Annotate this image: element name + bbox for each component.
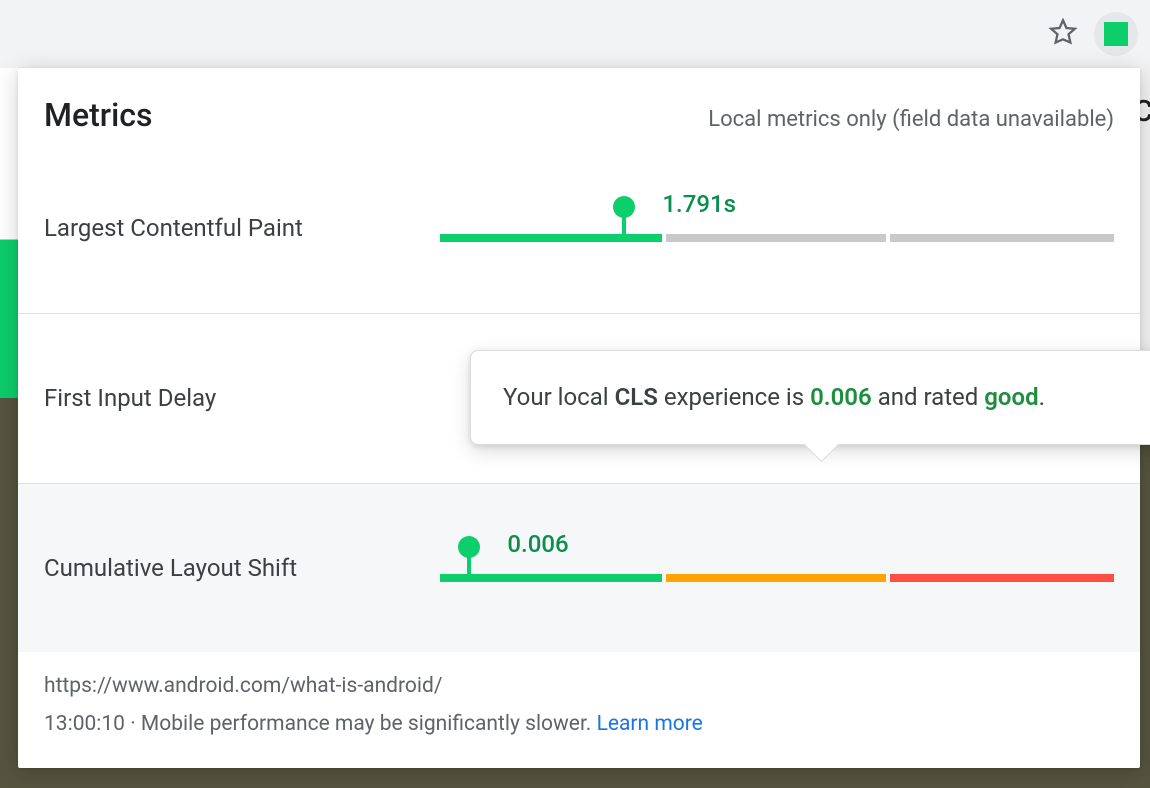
tooltip-metric: CLS — [615, 383, 658, 411]
metric-label-fid: First Input Delay — [44, 384, 440, 412]
star-icon[interactable] — [1048, 17, 1078, 51]
footer-url: https://www.android.com/what-is-android/ — [44, 668, 1114, 706]
metric-marker-lcp — [622, 198, 626, 242]
status-square-icon — [1104, 22, 1128, 46]
metric-value-cls: 0.006 — [507, 530, 568, 558]
browser-omnibox — [0, 0, 1150, 68]
metric-track-cls — [440, 574, 1114, 582]
popup-footer: https://www.android.com/what-is-android/… — [18, 652, 1140, 768]
popup-subtitle: Local metrics only (field data unavailab… — [708, 107, 1114, 132]
page-bg-strip — [0, 68, 18, 398]
metric-track-lcp — [440, 234, 1114, 242]
popup-title: Metrics — [44, 96, 152, 134]
footer-note: Mobile performance may be significantly … — [141, 712, 597, 736]
tooltip-text: experience is — [658, 383, 810, 411]
cls-tooltip: Your local CLS experience is 0.006 and r… — [470, 350, 1150, 445]
metric-marker-cls — [467, 538, 471, 582]
footer-sep: · — [125, 712, 141, 736]
tooltip-text: Your local — [503, 383, 615, 411]
metric-row-cls[interactable]: Cumulative Layout Shift 0.006 — [18, 483, 1140, 653]
tooltip-value: 0.006 — [810, 383, 872, 411]
metric-label-cls: Cumulative Layout Shift — [44, 554, 440, 582]
metric-row-lcp: Largest Contentful Paint 1.791s — [18, 144, 1140, 313]
extension-badge[interactable] — [1094, 12, 1138, 56]
metric-value-lcp: 1.791s — [662, 190, 736, 218]
tooltip-rating: good — [984, 383, 1038, 411]
tooltip-text: and rated — [872, 383, 985, 411]
metric-label-lcp: Largest Contentful Paint — [44, 214, 440, 242]
metric-bar-lcp: 1.791s — [440, 200, 1114, 256]
tooltip-text: . — [1039, 383, 1045, 411]
footer-time: 13:00:10 — [44, 712, 125, 736]
metric-bar-cls: 0.006 — [440, 540, 1114, 596]
popup-header: Metrics Local metrics only (field data u… — [18, 68, 1140, 144]
learn-more-link[interactable]: Learn more — [597, 712, 703, 736]
web-vitals-popup: Metrics Local metrics only (field data u… — [18, 68, 1140, 768]
